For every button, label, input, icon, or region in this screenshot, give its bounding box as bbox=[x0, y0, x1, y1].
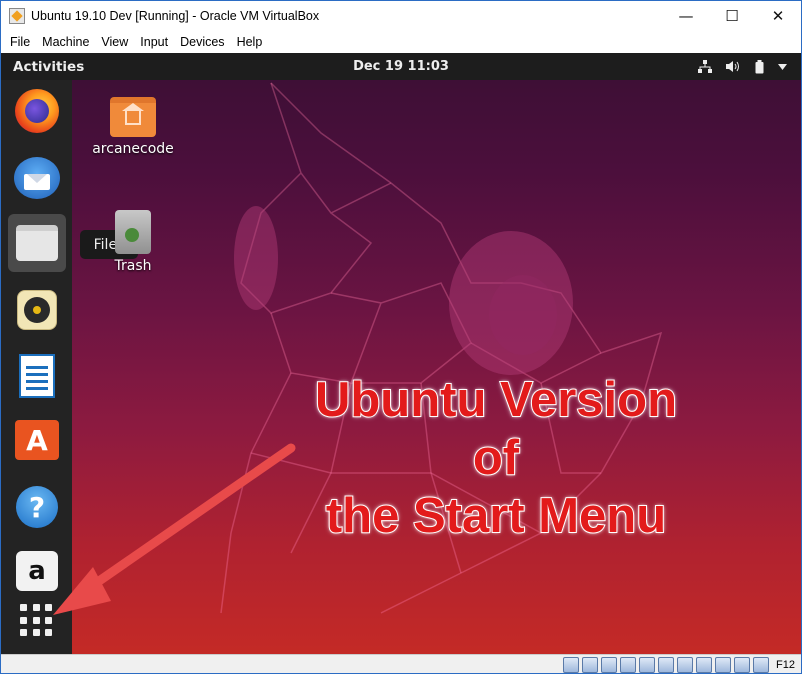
virtualbox-icon bbox=[9, 8, 25, 24]
trash-icon bbox=[115, 210, 151, 254]
system-tray[interactable] bbox=[698, 53, 787, 80]
network-adapter-icon[interactable] bbox=[620, 657, 637, 673]
menu-bar: File Machine View Input Devices Help bbox=[1, 31, 801, 53]
mouse-integration-icon[interactable] bbox=[734, 657, 751, 673]
desktop-icon-label: Trash bbox=[114, 258, 152, 274]
menu-input[interactable]: Input bbox=[134, 35, 174, 49]
guest-screen[interactable]: Activities Dec 19 11:03 A ? a Files arca… bbox=[1, 53, 801, 654]
hard-disk-icon[interactable] bbox=[563, 657, 580, 673]
rhythmbox-icon bbox=[17, 290, 57, 330]
status-bar: F12 bbox=[1, 654, 801, 673]
chevron-down-icon bbox=[778, 63, 787, 70]
audio-icon[interactable] bbox=[601, 657, 618, 673]
desktop-icon-label: arcanecode bbox=[92, 141, 174, 157]
app-grid-icon bbox=[20, 604, 54, 638]
shared-folders-icon[interactable] bbox=[658, 657, 675, 673]
close-button[interactable]: ✕ bbox=[755, 1, 801, 31]
files-icon bbox=[16, 225, 58, 261]
menu-file[interactable]: File bbox=[4, 35, 36, 49]
video-capture-icon[interactable] bbox=[696, 657, 713, 673]
cpu-icon[interactable] bbox=[715, 657, 732, 673]
dock-rhythmbox[interactable] bbox=[8, 281, 66, 339]
volume-icon bbox=[726, 61, 739, 72]
menu-help[interactable]: Help bbox=[231, 35, 269, 49]
usb-icon[interactable] bbox=[639, 657, 656, 673]
writer-icon bbox=[19, 354, 55, 398]
dock-libreoffice-writer[interactable] bbox=[8, 347, 66, 405]
title-bar[interactable]: Ubuntu 19.10 Dev [Running] - Oracle VM V… bbox=[1, 1, 801, 31]
host-key-label: F12 bbox=[776, 659, 795, 671]
show-applications-button[interactable] bbox=[8, 592, 66, 650]
annotation-text: Ubuntu Version of the Start Menu bbox=[286, 371, 706, 545]
menu-machine[interactable]: Machine bbox=[36, 35, 95, 49]
dock-help[interactable]: ? bbox=[8, 478, 66, 536]
desktop-icon-home[interactable]: arcanecode bbox=[92, 97, 174, 157]
maximize-button[interactable]: ☐ bbox=[709, 1, 755, 31]
software-store-icon: A bbox=[15, 420, 59, 460]
keyboard-icon[interactable] bbox=[753, 657, 770, 673]
optical-drive-icon[interactable] bbox=[582, 657, 599, 673]
annotation-line-1: Ubuntu Version of bbox=[314, 372, 678, 486]
network-icon bbox=[698, 60, 712, 73]
firefox-icon bbox=[15, 89, 59, 133]
amazon-icon: a bbox=[16, 551, 58, 591]
dock: A ? a bbox=[1, 80, 72, 654]
display-icon[interactable] bbox=[677, 657, 694, 673]
clock[interactable]: Dec 19 11:03 bbox=[1, 59, 801, 74]
activities-button[interactable]: Activities bbox=[13, 59, 84, 75]
help-icon: ? bbox=[16, 486, 58, 528]
dock-ubuntu-software[interactable]: A bbox=[8, 411, 66, 469]
virtualbox-window: Ubuntu 19.10 Dev [Running] - Oracle VM V… bbox=[0, 0, 802, 674]
dock-firefox[interactable] bbox=[8, 82, 66, 140]
battery-icon bbox=[755, 59, 764, 73]
desktop-icon-trash[interactable]: Trash bbox=[103, 210, 163, 274]
annotation-line-2: the Start Menu bbox=[325, 488, 667, 544]
window-title: Ubuntu 19.10 Dev [Running] - Oracle VM V… bbox=[31, 9, 320, 23]
menu-view[interactable]: View bbox=[95, 35, 134, 49]
dock-files[interactable] bbox=[8, 214, 66, 272]
menu-devices[interactable]: Devices bbox=[174, 35, 230, 49]
home-folder-icon bbox=[110, 97, 156, 137]
thunderbird-icon bbox=[14, 157, 60, 199]
gnome-top-bar: Activities Dec 19 11:03 bbox=[1, 53, 801, 80]
dock-thunderbird[interactable] bbox=[8, 149, 66, 207]
minimize-button[interactable]: — bbox=[663, 1, 709, 31]
